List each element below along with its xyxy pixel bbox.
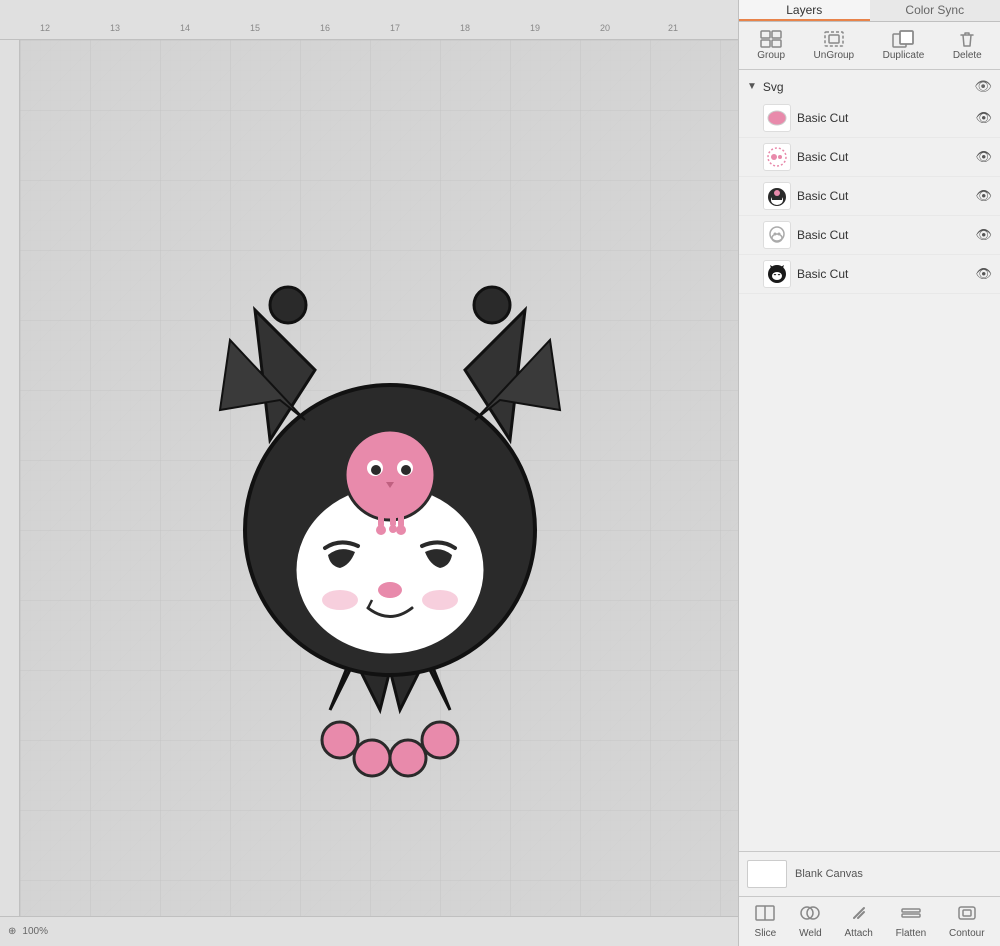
- layer-item-4[interactable]: Basic Cut 👁: [739, 216, 1000, 255]
- layer-name-1: Basic Cut: [797, 111, 969, 125]
- slice-label: Slice: [755, 928, 777, 939]
- ruler-mark: 21: [668, 23, 678, 33]
- layer-thumbnail-5: [763, 260, 791, 288]
- weld-icon: [799, 904, 821, 927]
- ruler-left: [0, 40, 20, 946]
- weld-label: Weld: [799, 928, 822, 939]
- attach-label: Attach: [845, 928, 873, 939]
- layer-name-4: Basic Cut: [797, 228, 969, 242]
- bottom-bar: ⊕ 100%: [0, 916, 738, 946]
- bottom-action-bar: Slice Weld Attach: [739, 896, 1000, 946]
- panel-tabs: Layers Color Sync: [739, 0, 1000, 22]
- layer-thumbnail-2: [763, 143, 791, 171]
- blank-canvas-panel[interactable]: Blank Canvas: [739, 851, 1000, 896]
- canvas-area: 12 13 14 15 16 17 18 19 20 21: [0, 0, 738, 946]
- flatten-icon: [900, 904, 922, 927]
- layer-name-5: Basic Cut: [797, 267, 969, 281]
- attach-button[interactable]: Attach: [841, 902, 877, 941]
- layer-name-3: Basic Cut: [797, 189, 969, 203]
- ungroup-label: UnGroup: [814, 50, 855, 61]
- layer-thumbnail-4: [763, 221, 791, 249]
- flatten-button[interactable]: Flatten: [892, 902, 931, 941]
- layer-item-3[interactable]: Basic Cut 👁: [739, 177, 1000, 216]
- layer-name-2: Basic Cut: [797, 150, 969, 164]
- ruler-mark: 15: [250, 23, 260, 33]
- svg-visibility-icon[interactable]: 👁: [974, 78, 992, 95]
- layer-eye-2[interactable]: 👁: [975, 149, 992, 165]
- ruler-top: 12 13 14 15 16 17 18 19 20 21: [0, 0, 738, 40]
- tab-layers[interactable]: Layers: [739, 0, 870, 21]
- group-label: Group: [757, 50, 785, 61]
- layer-eye-4[interactable]: 👁: [975, 227, 992, 243]
- duplicate-label: Duplicate: [883, 50, 925, 61]
- delete-icon: [955, 30, 979, 48]
- layer-item-1[interactable]: Basic Cut 👁: [739, 99, 1000, 138]
- group-icon: [759, 30, 783, 48]
- attach-icon: [848, 904, 870, 927]
- canvas-content[interactable]: [20, 40, 738, 916]
- right-panel: Layers Color Sync Group: [738, 0, 1000, 946]
- ruler-mark: 16: [320, 23, 330, 33]
- contour-icon: [956, 904, 978, 927]
- layer-item-2[interactable]: Basic Cut 👁: [739, 138, 1000, 177]
- layer-thumbnail-1: [763, 104, 791, 132]
- weld-button[interactable]: Weld: [795, 902, 826, 941]
- ruler-mark: 13: [110, 23, 120, 33]
- svg-parent-row[interactable]: ▼ Svg 👁: [739, 74, 1000, 99]
- ruler-mark: 17: [390, 23, 400, 33]
- blank-canvas-label: Blank Canvas: [795, 868, 863, 880]
- svg-label: Svg: [763, 80, 970, 94]
- delete-label: Delete: [953, 50, 982, 61]
- expand-arrow-icon: ▼: [747, 81, 757, 92]
- slice-button[interactable]: Slice: [750, 902, 780, 941]
- ruler-mark: 12: [40, 23, 50, 33]
- group-button[interactable]: Group: [751, 28, 791, 63]
- flatten-label: Flatten: [896, 928, 927, 939]
- contour-button[interactable]: Contour: [945, 902, 989, 941]
- layer-tree[interactable]: ▼ Svg 👁 Basic Cut 👁: [739, 70, 1000, 851]
- status-text: 100%: [22, 926, 48, 937]
- ruler-mark: 14: [180, 23, 190, 33]
- layer-item-5[interactable]: Basic Cut 👁: [739, 255, 1000, 294]
- ruler-mark: 20: [600, 23, 610, 33]
- duplicate-icon: [891, 30, 915, 48]
- contour-label: Contour: [949, 928, 985, 939]
- panel-toolbar: Group UnGroup: [739, 22, 1000, 70]
- layer-eye-5[interactable]: 👁: [975, 266, 992, 282]
- slice-icon: [754, 904, 776, 927]
- layer-eye-1[interactable]: 👁: [975, 110, 992, 126]
- delete-button[interactable]: Delete: [947, 28, 988, 63]
- app-container: 12 13 14 15 16 17 18 19 20 21: [0, 0, 1000, 946]
- ruler-mark: 19: [530, 23, 540, 33]
- ungroup-button[interactable]: UnGroup: [808, 28, 861, 63]
- layer-thumbnail-3: [763, 182, 791, 210]
- tab-color-sync[interactable]: Color Sync: [870, 0, 1000, 21]
- duplicate-button[interactable]: Duplicate: [877, 28, 931, 63]
- blank-canvas-thumbnail: [747, 860, 787, 888]
- ruler-mark: 18: [460, 23, 470, 33]
- layer-eye-3[interactable]: 👁: [975, 188, 992, 204]
- grid-background: [20, 40, 738, 916]
- zoom-level: ⊕: [8, 926, 16, 937]
- ungroup-icon: [822, 30, 846, 48]
